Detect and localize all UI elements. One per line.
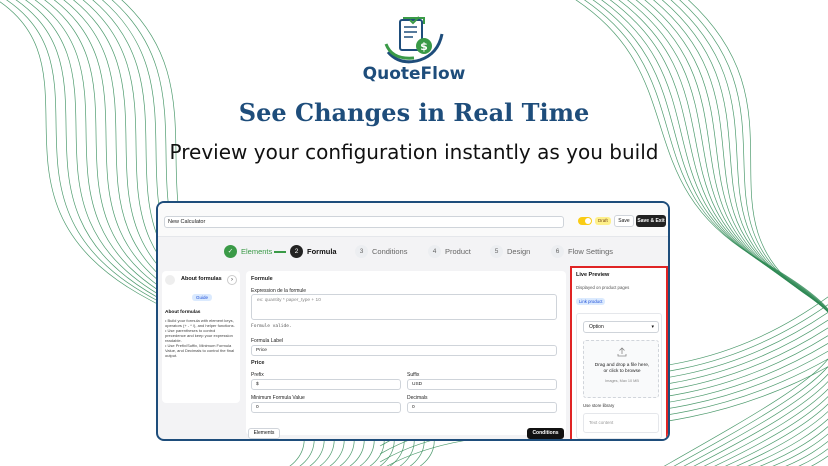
upload-icon bbox=[617, 347, 627, 357]
step-label: Elements bbox=[241, 247, 273, 256]
app-window: New Calculator Draft Save Save & Exit ✓ … bbox=[156, 201, 670, 441]
top-bar: New Calculator Draft Save Save & Exit bbox=[158, 203, 668, 237]
prefix-input[interactable]: $ bbox=[251, 379, 401, 390]
chevron-down-icon: ▾ bbox=[651, 324, 654, 330]
dropzone-text: Drag and drop a file here, or click to b… bbox=[594, 363, 650, 374]
live-preview-panel: Live Preview Displayed on product pages … bbox=[570, 266, 668, 439]
prefix-label: Prefix bbox=[251, 372, 264, 378]
publish-toggle[interactable] bbox=[578, 217, 592, 225]
link-product-badge[interactable]: Link product bbox=[576, 298, 606, 305]
back-elements-button[interactable]: Elements bbox=[248, 428, 280, 439]
preview-subtitle: Displayed on product pages bbox=[576, 285, 630, 290]
decimals-input[interactable]: 0 bbox=[407, 402, 557, 413]
svg-text:$: $ bbox=[420, 40, 428, 53]
price-section-title: Price bbox=[251, 360, 265, 366]
step-elements[interactable]: ✓ Elements bbox=[224, 245, 272, 258]
step-navigation: ✓ Elements 2 Formula 3 Conditions 4 Prod… bbox=[158, 241, 668, 263]
check-icon: ✓ bbox=[224, 245, 237, 258]
quoteflow-logo-icon: $ bbox=[384, 16, 444, 64]
step-design[interactable]: 5 Design bbox=[490, 245, 530, 258]
step-number: 5 bbox=[490, 245, 503, 258]
step-label: Flow Settings bbox=[568, 247, 614, 256]
guide-badge: Guide bbox=[192, 294, 213, 301]
select-value: Option bbox=[589, 324, 604, 330]
step-flow-settings[interactable]: 6 Flow Settings bbox=[551, 245, 613, 258]
subheadline: Preview your configuration instantly as … bbox=[169, 140, 659, 164]
suffix-input[interactable]: USD bbox=[407, 379, 557, 390]
formula-section-title: Formule bbox=[251, 276, 273, 282]
file-dropzone[interactable]: Drag and drop a file here, or click to b… bbox=[583, 340, 659, 398]
text-content-input[interactable]: Text content bbox=[583, 413, 659, 433]
step-label: Design bbox=[507, 247, 531, 256]
status-badge: Draft bbox=[595, 217, 611, 225]
help-title: About formulas bbox=[181, 276, 222, 282]
help-subtitle: About formulas bbox=[165, 310, 201, 315]
expression-input[interactable]: ex: quantity * paper_type + 10 bbox=[251, 294, 557, 320]
headline: See Changes in Real Time bbox=[238, 98, 590, 127]
help-panel: About formulas › Guide About formulas • … bbox=[162, 271, 240, 403]
option-select[interactable]: Option ▾ bbox=[583, 321, 659, 333]
brand-name: QuoteFlow bbox=[362, 64, 466, 84]
suffix-label: Suffix bbox=[407, 372, 420, 378]
next-conditions-button[interactable]: Conditions bbox=[527, 428, 564, 439]
step-conditions[interactable]: 3 Conditions bbox=[355, 245, 407, 258]
formula-label-label: Formula Label bbox=[251, 338, 283, 344]
back-icon[interactable] bbox=[165, 275, 175, 285]
preview-card: Option ▾ Drag and drop a file here, or c… bbox=[576, 313, 662, 439]
decimals-label: Decimals bbox=[407, 395, 428, 401]
step-label: Product bbox=[445, 247, 471, 256]
formula-panel: Formule Expression de la formule ex: qua… bbox=[246, 271, 566, 435]
step-number: 2 bbox=[290, 245, 303, 258]
preview-title: Live Preview bbox=[576, 272, 610, 278]
min-value-input[interactable]: 0 bbox=[251, 402, 401, 413]
save-button[interactable]: Save bbox=[614, 215, 634, 227]
help-body: • Build your formula with element keys, … bbox=[165, 318, 235, 358]
step-number: 4 bbox=[428, 245, 441, 258]
step-formula[interactable]: 2 Formula bbox=[290, 245, 337, 258]
step-connector bbox=[274, 251, 286, 253]
chevron-right-icon[interactable]: › bbox=[227, 275, 237, 285]
step-number: 6 bbox=[551, 245, 564, 258]
step-label: Formula bbox=[307, 247, 337, 256]
calculator-name-input[interactable]: New Calculator bbox=[164, 216, 564, 228]
step-label: Conditions bbox=[372, 247, 408, 256]
step-number: 3 bbox=[355, 245, 368, 258]
save-exit-button[interactable]: Save & Exit bbox=[636, 215, 666, 227]
validation-text: Formule valide. bbox=[251, 324, 292, 329]
formula-label-input[interactable]: Price bbox=[251, 345, 557, 356]
min-value-label: Minimum Formula Value bbox=[251, 395, 305, 401]
step-product[interactable]: 4 Product bbox=[428, 245, 471, 258]
store-library-link[interactable]: Use store library bbox=[583, 403, 614, 408]
dropzone-hint: Images, Max 10 MB bbox=[605, 379, 639, 383]
